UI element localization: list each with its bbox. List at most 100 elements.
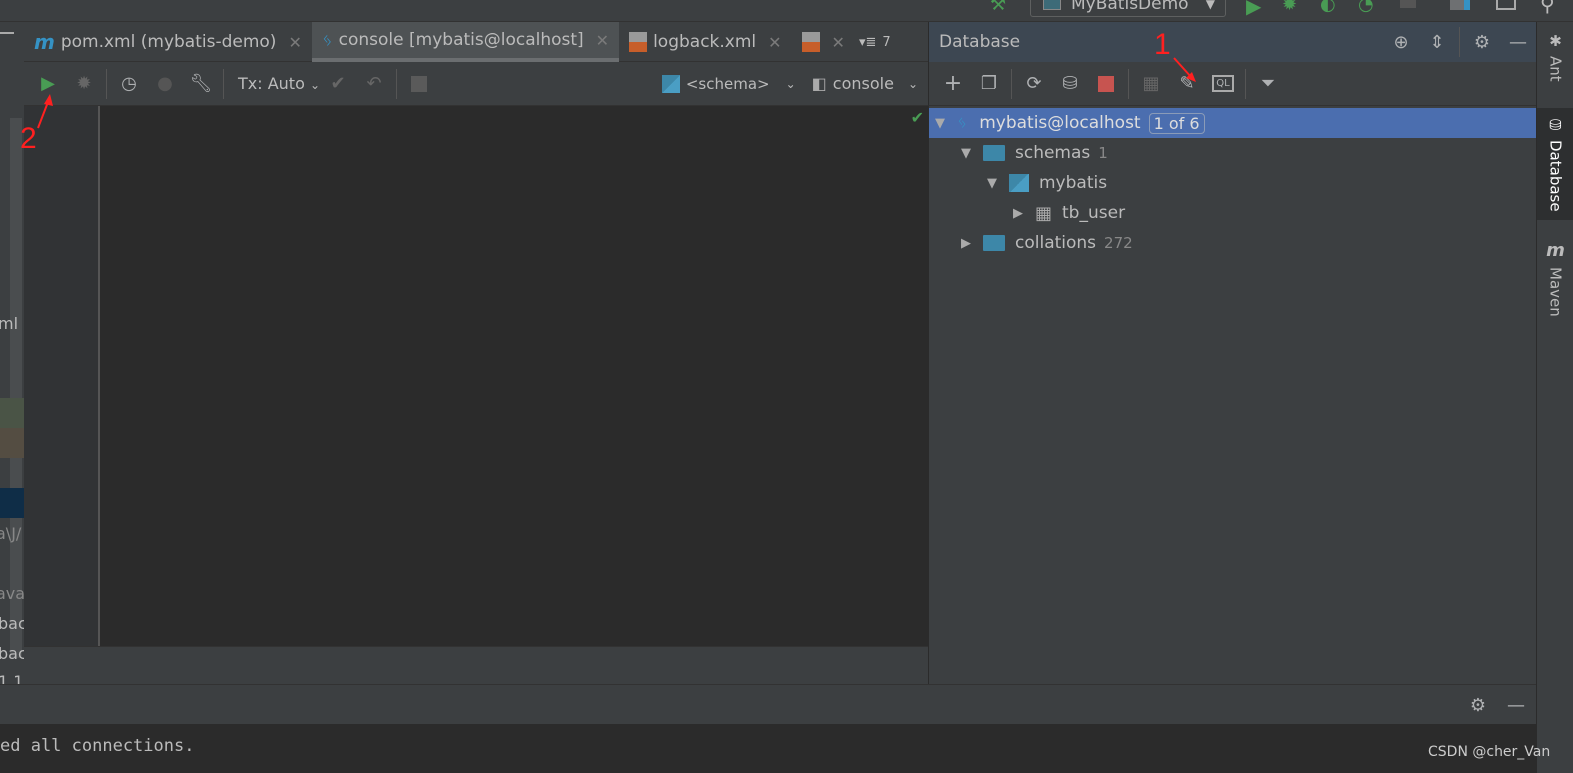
panel-title: Database (939, 32, 1021, 52)
separator (1245, 68, 1246, 99)
chevron-down-icon: ⌄ (907, 76, 918, 91)
stop-icon[interactable] (401, 69, 437, 99)
run-anything-icon[interactable] (1496, 0, 1516, 10)
project-text-fragment: a\J/ (0, 524, 22, 543)
tool-label: Ant (1546, 56, 1565, 82)
close-icon[interactable]: ✕ (832, 33, 845, 52)
database-toolbar: + ❐ ⟳ ⛁ ▦ ✎ QL ⏷ (928, 62, 1536, 106)
tab-overflow-button[interactable]: ▾≣ 7 (855, 22, 895, 62)
expanded-arrow-icon[interactable]: ▼ (933, 116, 947, 131)
tab-pom-xml[interactable]: m pom.xml (mybatis-demo) ✕ (24, 22, 312, 62)
ant-icon: ✱ (1549, 32, 1562, 50)
folder-icon (983, 235, 1005, 251)
run-icon[interactable]: ▶ (1246, 0, 1261, 18)
right-tool-stripe: ✱ Ant ⛁ Database m Maven (1536, 22, 1573, 773)
maven-icon: m (34, 30, 55, 54)
tree-node-data-source[interactable]: ▼ ᛃ mybatis@localhost 1 of 6 (929, 108, 1537, 138)
gear-icon[interactable]: ⚙ (1464, 27, 1500, 57)
tree-node-collations[interactable]: ▶ collations 272 (929, 228, 1537, 258)
editor-tabs: m pom.xml (mybatis-demo) ✕ ᛃ console [my… (24, 22, 928, 62)
xml-file-icon (801, 32, 820, 52)
tool-label: Database (1546, 140, 1565, 212)
project-text-fragment: ava (0, 584, 24, 603)
separator (396, 68, 398, 99)
tree-node-schemas[interactable]: ▼ schemas 1 (929, 138, 1537, 168)
debug-icon[interactable]: ✹ (1282, 0, 1297, 15)
annotation-arrow-1 (1173, 57, 1196, 82)
settings-wrench-icon[interactable]: 🔧︎ (183, 69, 219, 99)
transaction-mode-select[interactable]: Tx: Auto ⌄ (238, 74, 320, 93)
locate-icon[interactable]: ⊕ (1383, 27, 1419, 57)
watermark: CSDN @cher_Van (1428, 744, 1551, 760)
coverage-icon[interactable]: ◐ (1320, 0, 1336, 15)
tab-xml-file[interactable]: ✕ (792, 22, 855, 62)
schema-count-badge[interactable]: 1 of 6 (1148, 112, 1205, 134)
tab-label: pom.xml (mybatis-demo) (60, 32, 277, 52)
tree-node-tb-user[interactable]: ▶ ▦ tb_user (929, 198, 1537, 228)
editor-footer (24, 646, 928, 684)
gear-icon[interactable]: ⚙ (1460, 690, 1496, 720)
tree-node-mybatis[interactable]: ▼ mybatis (929, 168, 1537, 198)
refresh-icon[interactable]: ⟳ (1016, 69, 1052, 99)
console-output[interactable]: ed all connections. (0, 724, 1536, 773)
profile-icon[interactable]: ◔ (1358, 0, 1374, 15)
debug-icon[interactable]: ✹ (66, 69, 102, 99)
node-count: 1 (1098, 144, 1108, 162)
minimize-icon[interactable]: — (1498, 690, 1534, 720)
schema-select[interactable]: <schema> ⌄ (661, 74, 796, 93)
mysql-icon: ᛃ (957, 113, 968, 133)
selected-row (0, 488, 24, 518)
close-icon[interactable]: ✕ (768, 33, 781, 52)
session-select[interactable]: ◧ console ⌄ (812, 74, 918, 93)
data-source-properties-icon[interactable]: ⛁ (1052, 69, 1088, 99)
history-icon[interactable]: ◷ (111, 69, 147, 99)
run-configuration-select[interactable]: MyBatisDemo ▼ (1030, 0, 1226, 17)
collapsed-arrow-icon[interactable]: ▶ (959, 236, 973, 251)
chevron-down-icon: ⌄ (785, 76, 796, 91)
commit-icon[interactable]: ✔ (320, 69, 356, 99)
chevron-down-icon: ⌄ (309, 78, 321, 92)
collapsed-arrow-icon[interactable]: ▶ (1011, 206, 1025, 221)
schema-icon (1009, 174, 1029, 192)
session-label: console (832, 74, 894, 93)
table-icon[interactable]: ▦ (1133, 69, 1169, 99)
profile-icon[interactable]: ● (147, 69, 183, 99)
tab-console[interactable]: ᛃ console [mybatis@localhost] ✕ (311, 22, 620, 62)
schema-icon (661, 74, 680, 93)
tool-window-database[interactable]: ⛁ Database (1537, 108, 1573, 220)
copy-icon[interactable]: ❐ (971, 69, 1007, 99)
collapse-icon[interactable] (0, 32, 14, 34)
tab-list-icon: ▾≣ (858, 34, 877, 50)
expanded-arrow-icon[interactable]: ▼ (959, 146, 973, 161)
highlight-row (0, 428, 24, 458)
annotation-1: 1 (1154, 28, 1171, 61)
annotation-arrow-2 (37, 94, 53, 129)
check-ok-icon: ✔ (910, 108, 924, 127)
tab-logback-xml[interactable]: logback.xml ✕ (619, 22, 791, 62)
build-hammer-icon[interactable]: ⚒ (990, 0, 1006, 15)
tool-window-ant[interactable]: ✱ Ant (1537, 32, 1573, 102)
schema-label: <schema> (685, 74, 770, 93)
query-console-icon[interactable]: QL (1205, 69, 1241, 99)
rollback-icon[interactable]: ↶ (356, 69, 392, 99)
session-icon: ◧ (811, 74, 827, 93)
tool-window-maven[interactable]: m Maven (1537, 240, 1573, 330)
close-icon[interactable]: ✕ (288, 33, 301, 52)
close-icon[interactable]: ✕ (596, 31, 609, 50)
add-icon[interactable]: + (935, 69, 971, 99)
minimize-icon[interactable]: — (1500, 27, 1536, 57)
node-label: collations (1015, 233, 1097, 253)
node-label: schemas (1015, 143, 1091, 163)
disconnect-icon[interactable] (1088, 69, 1124, 99)
database-panel-header: Database ⊕ ⇕ ⚙ — (928, 22, 1536, 62)
search-icon[interactable]: ⚲ (1540, 0, 1555, 16)
separator (223, 68, 224, 99)
expanded-arrow-icon[interactable]: ▼ (985, 176, 999, 191)
project-structure-icon[interactable] (1450, 0, 1470, 10)
collapse-all-icon[interactable]: ⇕ (1419, 27, 1455, 57)
scrollbar[interactable] (10, 118, 22, 658)
filter-icon[interactable]: ⏷ (1250, 69, 1286, 99)
stop-icon[interactable] (1400, 0, 1416, 8)
run-config-label: MyBatisDemo (1071, 0, 1189, 14)
sql-editor[interactable]: ✔ (100, 106, 928, 646)
